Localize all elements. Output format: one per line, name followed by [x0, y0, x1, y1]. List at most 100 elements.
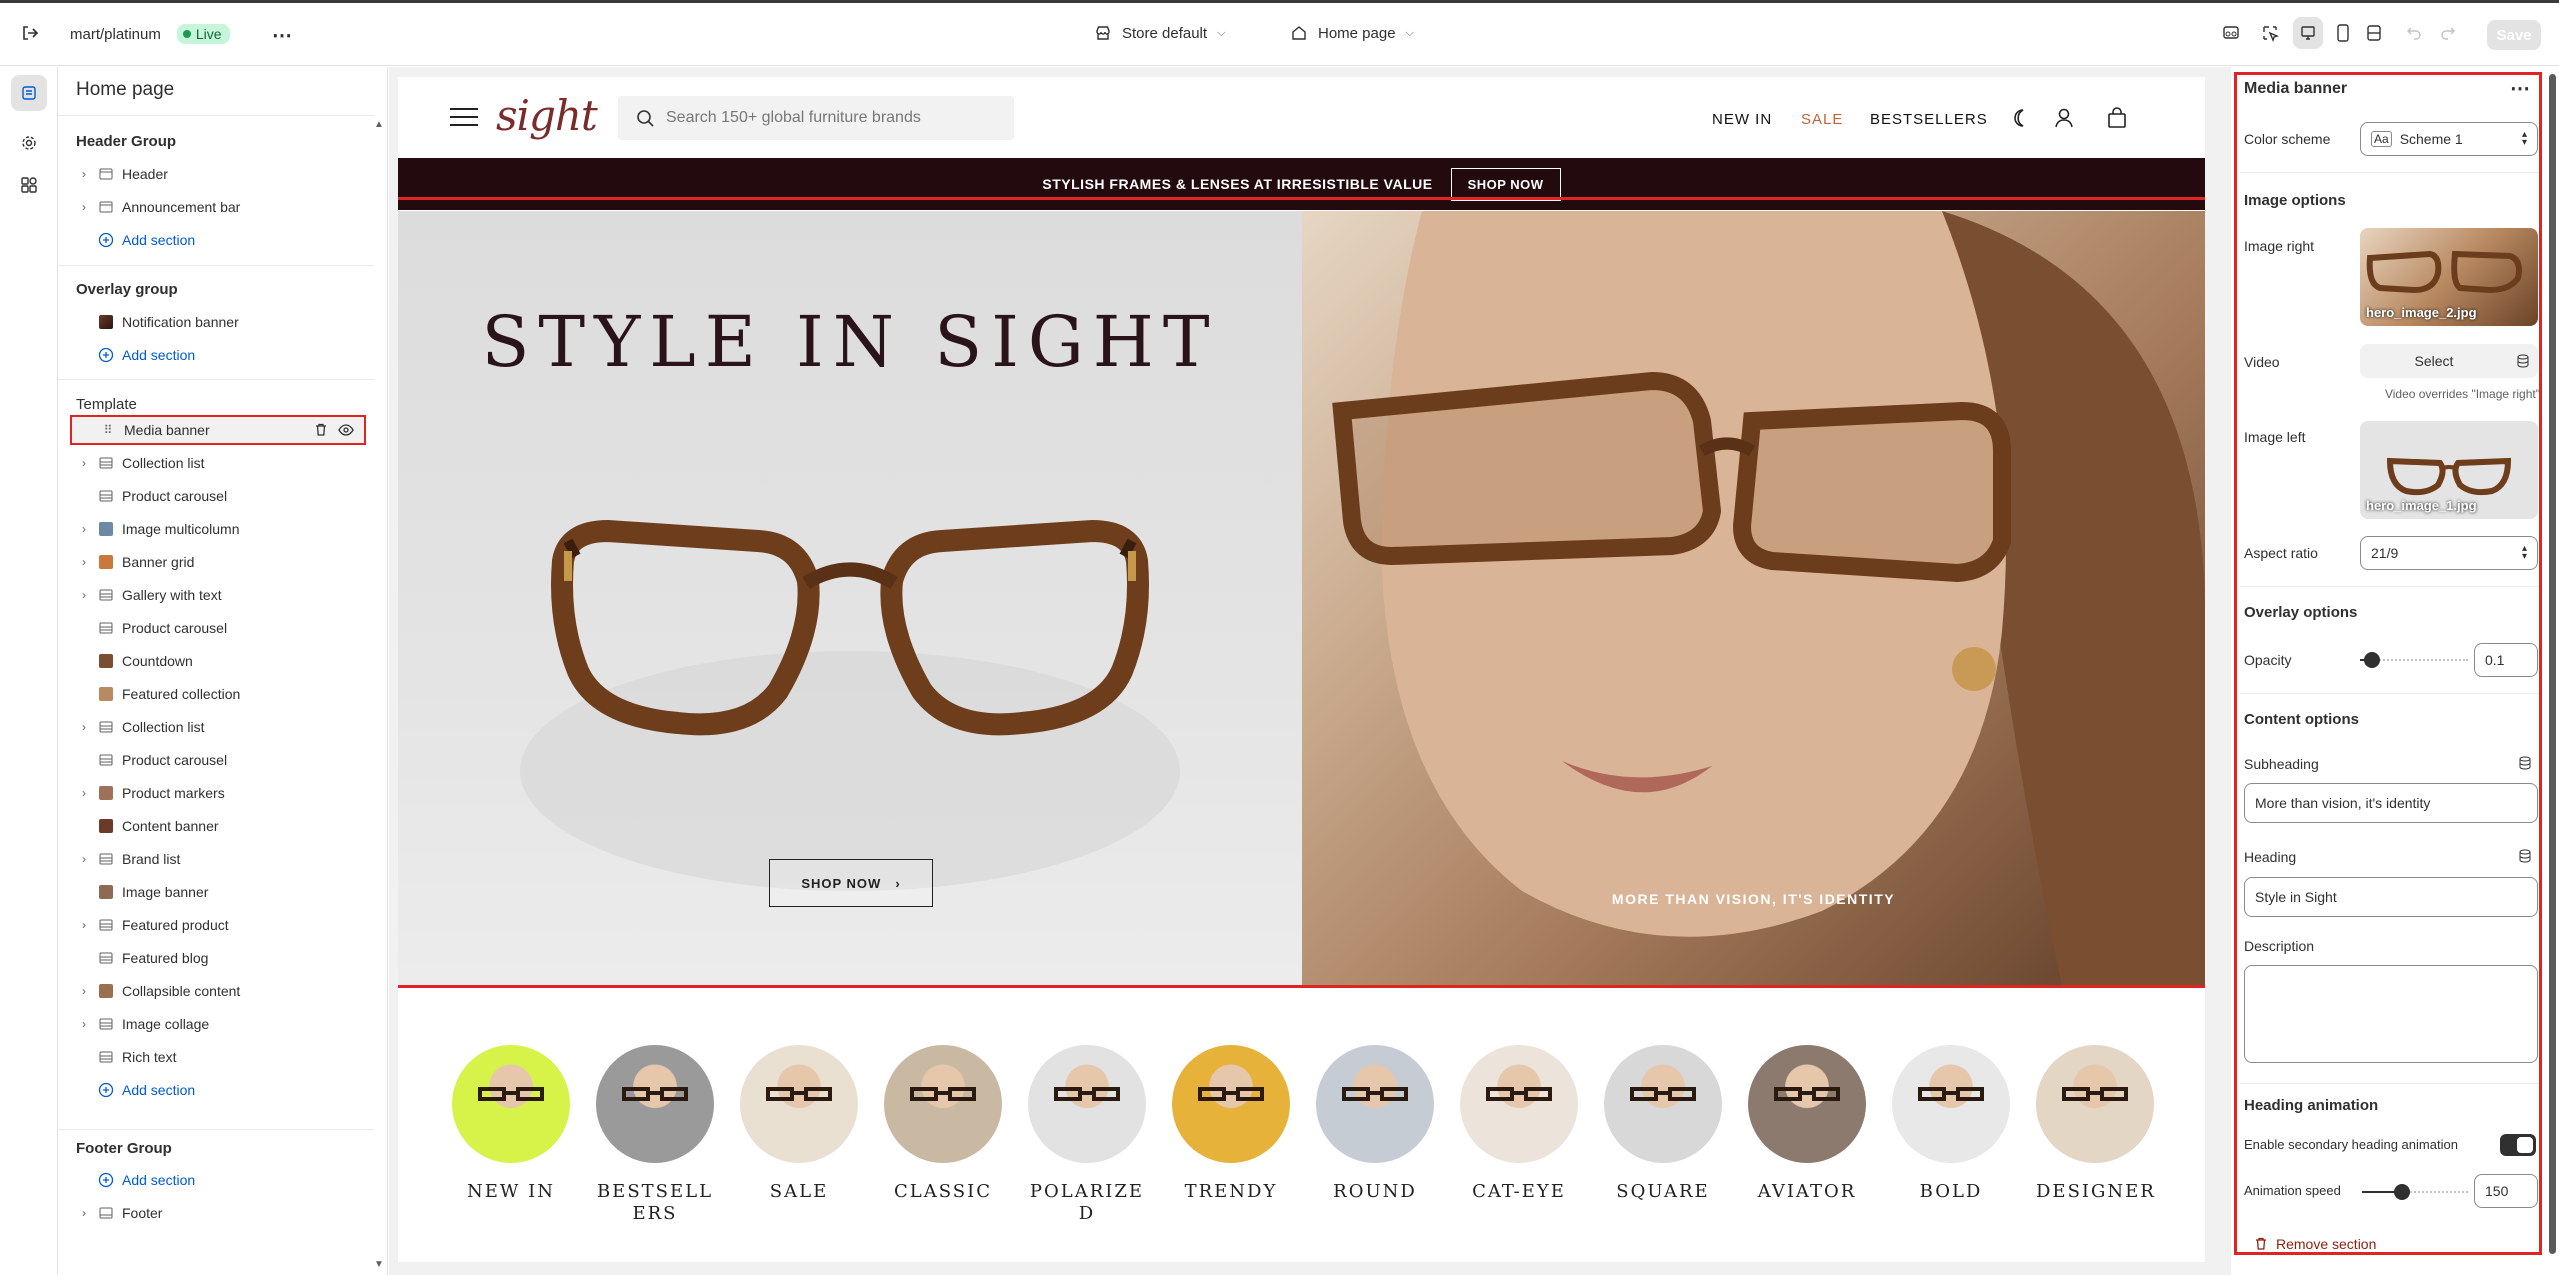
hero-shop-now-button[interactable]: SHOP NOW ›: [769, 859, 933, 907]
section-item-brand-list[interactable]: › Brand list: [70, 844, 366, 874]
section-item-featured-product[interactable]: › Featured product: [70, 910, 366, 940]
chevron-right-icon[interactable]: ›: [76, 984, 92, 998]
desktop-view-icon[interactable]: [2293, 17, 2323, 49]
scroll-down-arrow-icon[interactable]: ▼: [374, 1259, 384, 1270]
delete-icon[interactable]: [314, 423, 328, 437]
section-item-image-collage[interactable]: › Image collage: [70, 1009, 366, 1039]
apps-icon[interactable]: [11, 167, 47, 203]
chevron-right-icon[interactable]: ›: [76, 522, 92, 536]
section-item-notification-banner[interactable]: Notification banner: [70, 307, 366, 337]
dark-mode-moon-icon[interactable]: [2008, 107, 2030, 134]
section-item-product-carousel[interactable]: Product carousel: [70, 745, 366, 775]
category-item-polarize-d[interactable]: POLARIZE D: [1028, 1045, 1146, 1225]
section-item-header[interactable]: › Header: [70, 159, 366, 189]
settings-scrollbar[interactable]: [2549, 74, 2556, 1254]
chevron-right-icon[interactable]: ›: [76, 852, 92, 866]
section-item-gallery-with-text[interactable]: › Gallery with text: [70, 580, 366, 610]
dynamic-source-icon[interactable]: [2518, 756, 2532, 775]
animation-speed-slider[interactable]: [2362, 1184, 2468, 1200]
account-icon[interactable]: [2053, 107, 2075, 134]
settings-gear-icon[interactable]: [11, 125, 47, 161]
remove-section-button[interactable]: Remove section: [2254, 1236, 2376, 1252]
section-item-product-carousel[interactable]: Product carousel: [70, 613, 366, 643]
video-select-button[interactable]: Select: [2360, 353, 2508, 369]
aspect-ratio-select[interactable]: 21/9 ▴ ▾: [2360, 536, 2538, 570]
section-item-footer[interactable]: › Footer: [70, 1198, 366, 1228]
color-scheme-select[interactable]: Aa Scheme 1 ▴ ▾: [2360, 122, 2538, 156]
heading-input[interactable]: Style in Sight: [2244, 877, 2538, 917]
category-item-bold[interactable]: BOLD: [1892, 1045, 2010, 1203]
section-item-announcement-bar[interactable]: › Announcement bar: [70, 192, 366, 222]
add-section-header-group[interactable]: Add section: [70, 225, 366, 255]
more-actions-icon[interactable]: ⋯: [272, 23, 292, 48]
store-search-input[interactable]: Search 150+ global furniture brands: [618, 96, 1014, 140]
section-item-featured-collection[interactable]: Featured collection: [70, 679, 366, 709]
section-item-banner-grid[interactable]: › Banner grid: [70, 547, 366, 577]
subheading-input[interactable]: More than vision, it's identity: [2244, 783, 2538, 823]
category-item-trendy[interactable]: TRENDY: [1172, 1045, 1290, 1203]
theme-select[interactable]: Store default ⌵: [1094, 24, 1225, 42]
opacity-slider[interactable]: [2360, 652, 2468, 668]
slider-thumb[interactable]: [2364, 652, 2380, 668]
category-item-cat-eye[interactable]: CAT-EYE: [1460, 1045, 1578, 1203]
category-item-sale[interactable]: SALE: [740, 1045, 858, 1203]
chevron-right-icon[interactable]: ›: [76, 786, 92, 800]
fullscreen-icon[interactable]: [2366, 24, 2382, 42]
mobile-view-icon[interactable]: [2336, 24, 2350, 42]
section-item-rich-text[interactable]: Rich text: [70, 1042, 366, 1072]
eye-icon[interactable]: [338, 423, 354, 437]
category-item-designer[interactable]: DESIGNER: [2036, 1045, 2154, 1203]
section-item-countdown[interactable]: Countdown: [70, 646, 366, 676]
nav-bestsellers[interactable]: BESTSELLERS: [1870, 111, 1988, 128]
promo-shop-now-button[interactable]: SHOP NOW: [1450, 167, 1561, 201]
section-item-image-multicolumn[interactable]: › Image multicolumn: [70, 514, 366, 544]
section-item-content-banner[interactable]: Content banner: [70, 811, 366, 841]
section-item-collection-list[interactable]: › Collection list: [70, 712, 366, 742]
page-select[interactable]: Home page ⌵: [1290, 24, 1414, 42]
chevron-right-icon[interactable]: ›: [76, 456, 92, 470]
nav-new-in[interactable]: NEW IN: [1712, 111, 1772, 128]
sections-icon[interactable]: [11, 75, 47, 111]
category-item-square[interactable]: SQUARE: [1604, 1045, 1722, 1203]
add-section-template[interactable]: Add section: [70, 1075, 366, 1105]
chevron-right-icon[interactable]: ›: [76, 1206, 92, 1220]
section-item-collection-list[interactable]: › Collection list: [70, 448, 366, 478]
dynamic-source-icon[interactable]: [2518, 849, 2532, 868]
video-select-control[interactable]: Select: [2360, 344, 2538, 378]
category-item-classic[interactable]: CLASSIC: [884, 1045, 1002, 1203]
section-item-image-banner[interactable]: Image banner: [70, 877, 366, 907]
section-item-featured-blog[interactable]: Featured blog: [70, 943, 366, 973]
drag-handle-icon[interactable]: ⠿: [100, 422, 116, 438]
chevron-right-icon[interactable]: ›: [76, 1017, 92, 1031]
store-logo[interactable]: sight: [496, 91, 598, 140]
undo-icon[interactable]: [2406, 24, 2422, 40]
chevron-right-icon[interactable]: ›: [76, 720, 92, 734]
opacity-input[interactable]: 0.1: [2474, 643, 2538, 677]
image-left-thumbnail[interactable]: hero_image_1.jpg: [2360, 421, 2538, 519]
section-item-collapsible-content[interactable]: › Collapsible content: [70, 976, 366, 1006]
scroll-up-arrow-icon[interactable]: ▲: [374, 119, 384, 130]
exit-icon[interactable]: [20, 23, 40, 43]
chevron-right-icon[interactable]: ›: [76, 200, 92, 214]
cart-bag-icon[interactable]: [2106, 107, 2128, 134]
image-right-thumbnail[interactable]: hero_image_2.jpg: [2360, 228, 2538, 326]
chevron-right-icon[interactable]: ›: [76, 918, 92, 932]
more-options-icon[interactable]: ⋯: [2510, 76, 2530, 101]
inspector-icon[interactable]: [2222, 24, 2240, 42]
category-item-aviator[interactable]: AVIATOR: [1748, 1045, 1866, 1203]
redo-icon[interactable]: [2440, 24, 2456, 40]
add-section-footer-group[interactable]: Add section: [70, 1165, 366, 1195]
secondary-animation-toggle[interactable]: [2500, 1134, 2536, 1156]
nav-sale[interactable]: SALE: [1801, 111, 1843, 128]
select-element-icon[interactable]: [2261, 24, 2279, 42]
chevron-right-icon[interactable]: ›: [76, 588, 92, 602]
category-item-round[interactable]: ROUND: [1316, 1045, 1434, 1203]
add-section-overlay-group[interactable]: Add section: [70, 340, 366, 370]
section-item-product-markers[interactable]: › Product markers: [70, 778, 366, 808]
save-button[interactable]: Save: [2487, 20, 2541, 50]
section-item-media-banner-selected[interactable]: ⠿ Media banner: [70, 415, 366, 445]
slider-thumb[interactable]: [2394, 1184, 2410, 1200]
category-item-bestsell-ers[interactable]: BESTSELL ERS: [596, 1045, 714, 1225]
database-icon[interactable]: [2508, 354, 2538, 368]
hamburger-menu-icon[interactable]: [450, 107, 478, 132]
